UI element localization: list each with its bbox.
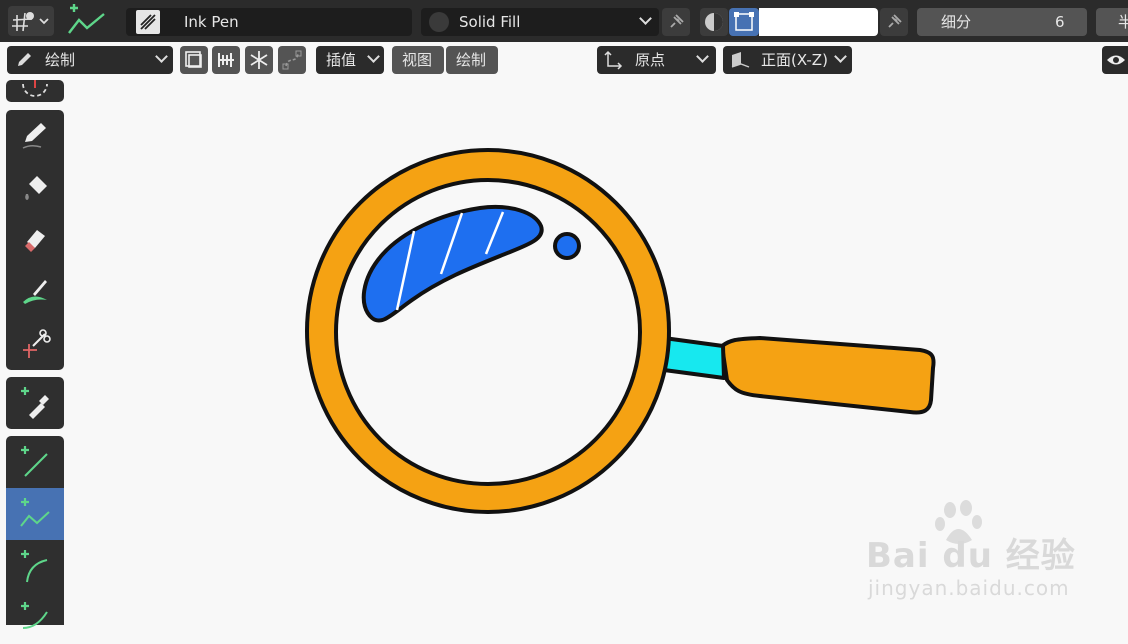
magnifier-ferrule — [662, 336, 726, 380]
watermark-site: jingyan.baidu.com — [868, 576, 1070, 600]
baidu-watermark: Bai du 经验 jingyan.baidu.com — [862, 500, 1128, 610]
watermark-brand: Bai du 经验 — [866, 536, 1076, 576]
lens-shine-dot — [553, 232, 581, 260]
magnifier-handle — [720, 336, 936, 415]
